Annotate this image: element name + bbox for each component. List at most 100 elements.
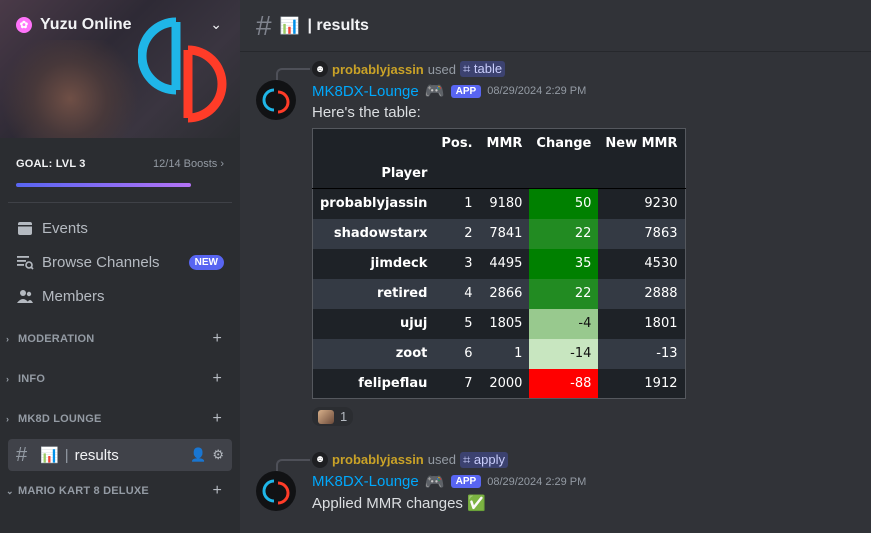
add-channel-icon[interactable]: + — [212, 410, 222, 428]
bot-avatar[interactable] — [256, 80, 296, 120]
gear-icon[interactable]: ⚙ — [212, 447, 224, 463]
change-cell: -88 — [529, 368, 599, 399]
chevron-right-icon: › — [220, 158, 224, 170]
new-mmr-cell: 9230 — [598, 188, 685, 219]
server-name: Yuzu Online — [40, 16, 132, 33]
category-label: MK8D LOUNGE — [18, 413, 102, 425]
user-avatar-icon: ☻ — [312, 451, 328, 468]
server-banner: ✿ Yuzu Online ⌄ — [0, 0, 240, 138]
goal-title: GOAL: LVL 3 — [16, 158, 86, 170]
table-header-new-mmr: New MMR — [598, 128, 685, 159]
table-row: zoot 6 1 -14 -13 — [312, 338, 685, 369]
new-mmr-cell: 1912 — [598, 368, 685, 399]
change-cell: 35 — [529, 248, 599, 279]
change-cell: 50 — [529, 188, 599, 219]
nav-members[interactable]: Members — [0, 279, 240, 313]
mmr-cell: 2866 — [479, 278, 530, 309]
mmr-table: Pos. MMR Change New MMR Player probablyj… — [312, 128, 686, 399]
chevron-down-icon: ⌄ — [6, 485, 14, 496]
table-row: shadowstarx 2 7841 22 7863 — [312, 218, 685, 249]
channel-name: results — [74, 446, 119, 464]
player-cell: felipeflau — [312, 368, 435, 399]
controller-emoji-icon: 🎮 — [424, 473, 445, 491]
category-label: MARIO KART 8 DELUXE — [18, 485, 149, 497]
table-row: ujuj 5 1805 -4 1801 — [312, 308, 685, 339]
pos-cell: 1 — [434, 188, 480, 219]
table-header-mmr: MMR — [479, 128, 530, 159]
message: ☻ probablyjassin used ⌗ table MK8DX-Loun… — [240, 58, 871, 429]
player-cell: zoot — [312, 338, 435, 369]
new-badge: NEW — [188, 254, 224, 270]
user-avatar-icon: ☻ — [312, 61, 328, 77]
channel-header: # 📊 | results — [240, 0, 871, 52]
new-mmr-cell: -13 — [598, 338, 685, 369]
browse-channels-icon — [16, 253, 34, 271]
slash-command-icon: ⌗ — [462, 451, 471, 467]
player-cell: jimdeck — [312, 248, 435, 279]
chat-area: # 📊 | results ☻ probablyjassin used ⌗ ta… — [240, 0, 871, 533]
category-moderation[interactable]: › MODERATION + — [0, 319, 240, 359]
category-mario-kart[interactable]: ⌄ MARIO KART 8 DELUXE + — [0, 471, 240, 511]
channel-emoji: 📊 — [279, 17, 300, 35]
bot-name[interactable]: MK8DX-Lounge — [312, 473, 419, 490]
slash-command-icon: ⌗ — [462, 61, 471, 76]
timestamp: 08/29/2024 2:29 PM — [487, 85, 587, 97]
goal-boosts: 12/14 Boosts — [153, 158, 218, 170]
table-corner — [312, 128, 435, 159]
add-channel-icon[interactable]: + — [212, 370, 222, 388]
table-header-change: Change — [529, 128, 599, 159]
slash-command: apply — [473, 451, 505, 467]
invite-icon[interactable]: 👤 — [190, 447, 206, 463]
chevron-down-icon[interactable]: ⌄ — [210, 16, 222, 33]
change-cell: 22 — [529, 218, 599, 249]
pos-cell: 6 — [434, 338, 480, 369]
bot-name[interactable]: MK8DX-Lounge — [312, 83, 419, 100]
mmr-cell: 2000 — [479, 368, 530, 399]
reply-username[interactable]: probablyjassin — [332, 62, 424, 77]
app-tag: APP — [450, 475, 482, 488]
app-tag: APP — [450, 84, 482, 98]
new-mmr-cell: 4530 — [598, 248, 685, 279]
channel-title: | results — [307, 16, 369, 34]
mmr-cell: 4495 — [479, 248, 530, 279]
category-mk8d-lounge[interactable]: › MK8D LOUNGE + — [0, 399, 240, 439]
pos-cell: 4 — [434, 278, 480, 309]
add-channel-icon[interactable]: + — [212, 330, 222, 348]
nav-browse-channels-label: Browse Channels — [42, 253, 160, 271]
reply-used-text: used — [427, 452, 456, 467]
category-info[interactable]: › INFO + — [0, 359, 240, 399]
reply-username[interactable]: probablyjassin — [332, 452, 424, 467]
reaction-emoji-icon — [318, 409, 334, 424]
reply-preview[interactable]: ☻ probablyjassin used ⌗ apply — [312, 449, 871, 471]
change-cell: -14 — [529, 338, 599, 369]
message-text: Applied MMR changes ✅ — [312, 494, 486, 512]
add-channel-icon[interactable]: + — [212, 482, 222, 500]
reaction[interactable]: 1 — [312, 407, 354, 426]
bot-avatar[interactable] — [256, 470, 296, 511]
chevron-right-icon: › — [6, 374, 10, 384]
sidebar-channel-results[interactable]: # 📊 | results 👤 ⚙ — [8, 439, 232, 471]
nav-events[interactable]: Events — [0, 211, 240, 245]
boost-goal[interactable]: GOAL: LVL 3 12/14 Boosts › — [0, 138, 240, 202]
new-mmr-cell: 7863 — [598, 218, 685, 249]
controller-emoji-icon: 🎮 — [424, 83, 445, 100]
server-header[interactable]: ✿ Yuzu Online — [16, 16, 132, 34]
reply-preview[interactable]: ☻ probablyjassin used ⌗ table — [312, 58, 871, 80]
chevron-right-icon: › — [6, 414, 10, 424]
pos-cell: 5 — [434, 308, 480, 339]
new-mmr-cell: 1801 — [598, 308, 685, 339]
nav-browse-channels[interactable]: Browse Channels NEW — [0, 245, 240, 279]
chevron-right-icon: › — [6, 334, 10, 344]
reply-connector — [276, 68, 310, 80]
table-row: felipeflau 7 2000 -88 1912 — [312, 368, 685, 399]
channel-separator: | — [64, 446, 69, 464]
banner-artwork — [0, 40, 140, 138]
table-index-header: Player — [312, 158, 435, 189]
table-row: retired 4 2866 22 2888 — [312, 278, 685, 309]
mmr-cell: 1805 — [479, 308, 530, 339]
table-row: jimdeck 3 4495 35 4530 — [312, 248, 685, 279]
table-row: probablyjassin 1 9180 50 9230 — [312, 188, 685, 219]
message-text: Here's the table: — [312, 104, 421, 121]
goal-progress-bar — [16, 183, 191, 187]
pos-cell: 7 — [434, 368, 480, 399]
